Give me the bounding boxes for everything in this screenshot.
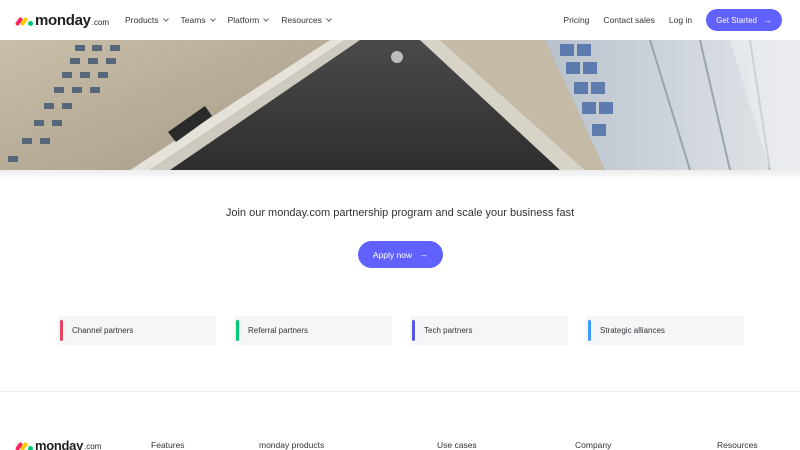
- footer-heading-products[interactable]: monday products: [259, 440, 324, 450]
- card-accent-bar: [236, 320, 239, 341]
- tech-partners-card[interactable]: Tech partners: [410, 316, 568, 345]
- logo-suffix: .com: [91, 18, 110, 27]
- top-navigation: monday .com Products Teams Platform Reso…: [0, 0, 800, 40]
- strategic-alliances-card[interactable]: Strategic alliances: [586, 316, 744, 345]
- footer-heading-company[interactable]: Company: [575, 440, 611, 450]
- card-label: Tech partners: [424, 326, 473, 335]
- arrow-right-icon: →: [763, 14, 772, 25]
- apply-now-button[interactable]: Apply now →: [358, 241, 443, 268]
- footer-heading-features[interactable]: Features: [151, 440, 185, 450]
- hero-shadow: [0, 170, 800, 180]
- monday-logo[interactable]: monday .com: [14, 12, 110, 29]
- nav-teams[interactable]: Teams: [180, 15, 216, 25]
- monday-logo-icon: [14, 16, 33, 26]
- monday-logo-icon: [14, 441, 33, 450]
- chevron-down-icon: [209, 16, 216, 22]
- referral-partners-card[interactable]: Referral partners: [234, 316, 392, 345]
- get-started-button[interactable]: Get Started →: [706, 9, 782, 31]
- chevron-down-icon: [162, 16, 169, 22]
- nav-platform-label: Platform: [227, 15, 260, 25]
- card-label: Channel partners: [72, 326, 134, 335]
- footer-divider: [0, 391, 800, 392]
- arrow-right-icon: →: [419, 249, 429, 259]
- nav-actions: Pricing Contact sales Log in Get Started…: [563, 0, 782, 40]
- card-accent-bar: [412, 320, 415, 341]
- card-accent-bar: [588, 320, 591, 341]
- nav-resources[interactable]: Resources: [281, 15, 332, 25]
- card-accent-bar: [60, 320, 63, 341]
- main-nav: Products Teams Platform Resources: [125, 0, 332, 40]
- nav-products[interactable]: Products: [125, 15, 169, 25]
- channel-partners-card[interactable]: Channel partners: [58, 316, 216, 345]
- partnership-tagline: Join our monday.com partnership program …: [225, 207, 575, 219]
- logo-wordmark: monday: [35, 12, 91, 29]
- partner-types: Channel partners Referral partners Tech …: [58, 316, 744, 345]
- building-facade-photo: [0, 40, 800, 170]
- chevron-down-icon: [326, 16, 332, 22]
- get-started-label: Get Started: [716, 15, 757, 25]
- footer-logo[interactable]: monday .com: [14, 438, 102, 450]
- login-link[interactable]: Log in: [669, 15, 692, 25]
- hero-image: [0, 40, 800, 170]
- footer-logo-wordmark: monday: [35, 438, 84, 450]
- nav-teams-label: Teams: [180, 15, 206, 25]
- footer-heading-use-cases[interactable]: Use cases: [437, 440, 477, 450]
- contact-sales-link[interactable]: Contact sales: [603, 15, 655, 25]
- footer-logo-suffix: .com: [84, 442, 102, 450]
- pricing-link[interactable]: Pricing: [563, 15, 589, 25]
- apply-now-label: Apply now: [372, 249, 413, 260]
- chevron-down-icon: [263, 16, 270, 22]
- card-label: Strategic alliances: [600, 326, 665, 335]
- card-label: Referral partners: [248, 326, 309, 335]
- footer-heading-resources[interactable]: Resources: [717, 440, 758, 450]
- nav-platform[interactable]: Platform: [227, 15, 270, 25]
- nav-resources-label: Resources: [281, 15, 322, 25]
- nav-products-label: Products: [125, 15, 159, 25]
